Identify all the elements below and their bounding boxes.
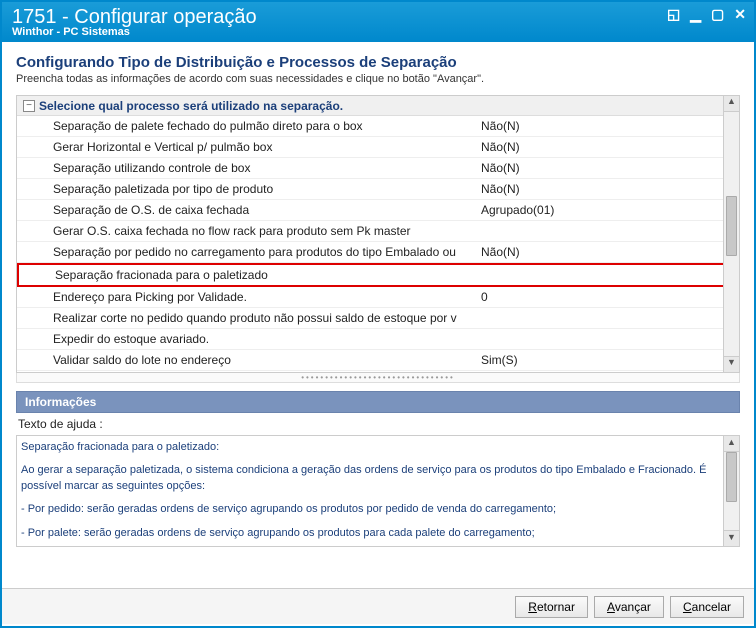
next-button[interactable]: Avançar xyxy=(594,596,664,618)
help-text-box: Separação fracionada para o paletizado: … xyxy=(16,435,740,547)
help-title: Separação fracionada para o paletizado: xyxy=(21,440,721,455)
grid-row[interactable]: Separação de palete fechado do pulmão di… xyxy=(17,116,739,137)
grid-row[interactable]: Gerar O.S. caixa fechada no flow rack pa… xyxy=(17,221,739,242)
help-line: Ao gerar a separação paletizada, o siste… xyxy=(21,463,721,494)
scroll-thumb[interactable] xyxy=(726,196,737,256)
grid-group-header[interactable]: − Selecione qual processo será utilizado… xyxy=(17,96,739,116)
grid-row[interactable]: Separação por pedido no carregamento par… xyxy=(17,242,739,263)
restore-icon[interactable]: ◱ xyxy=(667,6,680,23)
grid-row-label: Separação de O.S. de caixa fechada xyxy=(17,203,481,217)
splitter-handle[interactable]: •••••••••••••••••••••••••••••••• xyxy=(16,373,740,383)
grid-row-label: Separação por pedido no carregamento par… xyxy=(17,245,481,259)
grid-row-label: Expedir do estoque avariado. xyxy=(17,332,481,346)
grid-row[interactable]: Endereço para Picking por Validade.0 xyxy=(17,287,739,308)
grid-row-label: Validar saldo do lote no endereço xyxy=(17,353,481,367)
grid-row-value[interactable]: Sim(S) xyxy=(481,353,739,367)
grid-row-value[interactable]: 0 xyxy=(481,290,739,304)
grid-row[interactable]: Gerar Horizontal e Vertical p/ pulmão bo… xyxy=(17,137,739,158)
help-line: - Por pedido: serão geradas ordens de se… xyxy=(21,502,721,517)
help-label: Texto de ajuda : xyxy=(16,413,740,435)
help-line: - Por palete: serão geradas ordens de se… xyxy=(21,526,721,541)
grid-row-label: Separação de palete fechado do pulmão di… xyxy=(17,119,481,133)
info-panel: Informações Texto de ajuda : Separação f… xyxy=(16,391,740,547)
settings-grid: − Selecione qual processo será utilizado… xyxy=(16,95,740,373)
grid-row-label: Endereço para Picking por Validade. xyxy=(17,290,481,304)
titlebar: 1751 - Configurar operação Winthor - PC … xyxy=(2,2,754,42)
grid-row-value[interactable]: Não(N) xyxy=(481,119,739,133)
grid-row[interactable]: Expedir do estoque avariado. xyxy=(17,329,739,350)
grid-row[interactable]: Validar saldo do lote no endereçoSim(S) xyxy=(17,350,739,371)
content-area: Configurando Tipo de Distribuição e Proc… xyxy=(2,42,754,588)
window-controls: ◱ ▁ ▢ ✕ xyxy=(667,6,746,23)
grid-row-label: Separação utilizando controle de box xyxy=(17,161,481,175)
window-subtitle: Winthor - PC Sistemas xyxy=(12,26,744,38)
grid-row-label: Separação paletizada por tipo de produto xyxy=(17,182,481,196)
grid-row-label: Gerar O.S. caixa fechada no flow rack pa… xyxy=(17,224,481,238)
grid-row-value[interactable]: Não(N) xyxy=(481,182,739,196)
minimize-icon[interactable]: ▁ xyxy=(690,6,701,23)
grid-row[interactable]: Separação utilizando controle de boxNão(… xyxy=(17,158,739,179)
collapse-icon[interactable]: − xyxy=(23,100,35,112)
help-scrollbar[interactable]: ▲ ▼ xyxy=(723,436,739,546)
page-title: Configurando Tipo de Distribuição e Proc… xyxy=(16,54,740,71)
scroll-up-icon[interactable]: ▲ xyxy=(724,96,739,112)
cancel-button[interactable]: Cancelar xyxy=(670,596,744,618)
grid-row-label: Separação fracionada para o paletizado xyxy=(19,268,479,282)
grid-row-value[interactable]: Agrupado(01) xyxy=(481,203,739,217)
grid-row-value[interactable]: Não(N) xyxy=(481,161,739,175)
grid-scrollbar[interactable]: ▲ ▼ xyxy=(723,96,739,372)
maximize-icon[interactable]: ▢ xyxy=(711,6,724,23)
grid-group-label: Selecione qual processo será utilizado n… xyxy=(39,99,343,113)
info-panel-title: Informações xyxy=(16,391,740,413)
scroll-down-icon[interactable]: ▼ xyxy=(724,356,739,372)
grid-row-value[interactable]: Não(N) xyxy=(481,245,739,259)
scroll-down-icon[interactable]: ▼ xyxy=(724,530,739,546)
footer: Retornar Avançar Cancelar xyxy=(2,588,754,624)
grid-row[interactable]: Separação de O.S. de caixa fechadaAgrupa… xyxy=(17,200,739,221)
grid-row[interactable]: Realizar corte no pedido quando produto … xyxy=(17,308,739,329)
grid-row[interactable]: Separação fracionada para o paletizado xyxy=(17,263,739,287)
scroll-thumb[interactable] xyxy=(726,452,737,502)
close-icon[interactable]: ✕ xyxy=(734,6,746,23)
back-button[interactable]: Retornar xyxy=(515,596,588,618)
grid-row-value[interactable]: Não(N) xyxy=(481,140,739,154)
grid-scroll[interactable]: − Selecione qual processo será utilizado… xyxy=(17,96,739,372)
grid-row-label: Realizar corte no pedido quando produto … xyxy=(17,311,481,325)
grid-row-label: Gerar Horizontal e Vertical p/ pulmão bo… xyxy=(17,140,481,154)
scroll-up-icon[interactable]: ▲ xyxy=(724,436,739,452)
page-subtitle: Preencha todas as informações de acordo … xyxy=(16,73,740,85)
grid-row[interactable]: Separação paletizada por tipo de produto… xyxy=(17,179,739,200)
